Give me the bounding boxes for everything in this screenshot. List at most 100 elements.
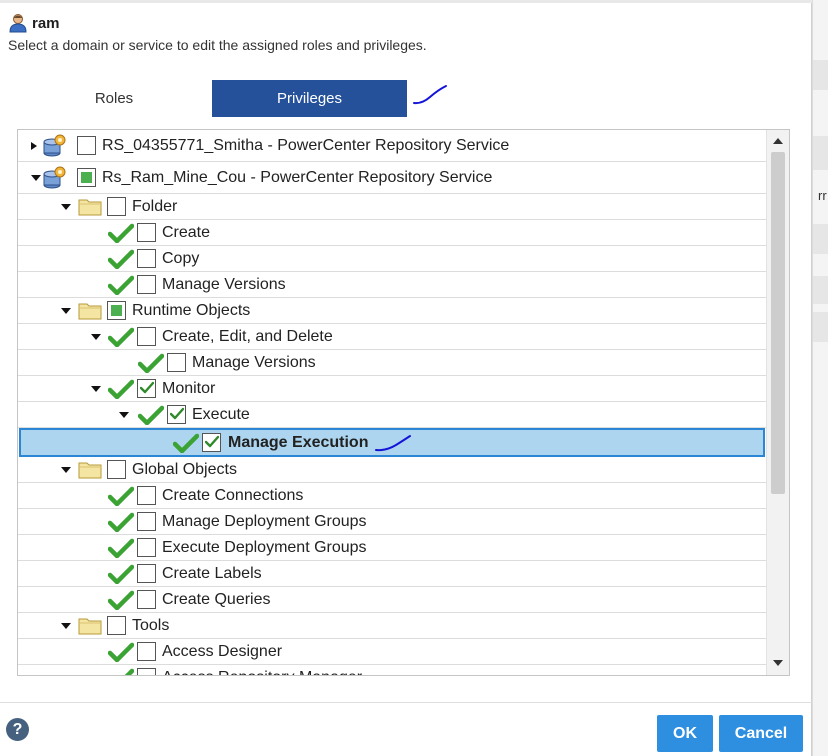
tree-row[interactable]: Copy (18, 246, 766, 272)
user-header: ram (9, 13, 60, 33)
tree-row[interactable]: Manage Versions (18, 350, 766, 376)
tree-row-label: Execute (192, 402, 250, 427)
tree-row[interactable]: Access Designer (18, 639, 766, 665)
tree-row[interactable]: Folder (18, 194, 766, 220)
privilege-checkbox[interactable] (137, 246, 156, 271)
privilege-label: Access Designer (162, 642, 283, 660)
privilege-checkbox[interactable] (202, 430, 221, 455)
privilege-checkbox[interactable] (107, 457, 126, 482)
privilege-checkbox[interactable] (137, 220, 156, 245)
help-icon[interactable]: ? (6, 718, 29, 741)
green-check-icon (138, 402, 164, 427)
expand-arrow-icon[interactable] (31, 130, 37, 161)
tree-row[interactable]: Manage Versions (18, 272, 766, 298)
privilege-label: Execute Deployment Groups (162, 538, 367, 556)
tree-row-label: Create Queries (162, 587, 271, 612)
cancel-button[interactable]: Cancel (719, 715, 803, 752)
tree-row-label: RS_04355771_Smitha - PowerCenter Reposit… (102, 130, 509, 161)
tab-privileges[interactable]: Privileges (212, 80, 407, 117)
privilege-label: Create Connections (162, 486, 304, 504)
green-check-icon (108, 639, 134, 664)
tree-row[interactable]: Tools (18, 613, 766, 639)
tree-row[interactable]: Create (18, 220, 766, 246)
privilege-label: Rs_Ram_Mine_Cou - PowerCenter Repository… (102, 168, 493, 186)
expand-collapse-arrow-icon[interactable] (61, 613, 71, 638)
tree-row-label: Global Objects (132, 457, 237, 482)
green-check-icon (108, 561, 134, 586)
tree-row[interactable]: Manage Deployment Groups (18, 509, 766, 535)
privilege-checkbox[interactable] (137, 376, 156, 401)
ok-button[interactable]: OK (657, 715, 713, 752)
privilege-checkbox[interactable] (137, 639, 156, 664)
tree-row[interactable]: Create, Edit, and Delete (18, 324, 766, 350)
privilege-checkbox[interactable] (137, 665, 156, 675)
privilege-checkbox[interactable] (137, 272, 156, 297)
tree-row[interactable]: Execute Deployment Groups (18, 535, 766, 561)
privilege-checkbox[interactable] (137, 561, 156, 586)
scrollbar-thumb[interactable] (771, 152, 785, 494)
privilege-label: Manage Versions (162, 275, 286, 293)
background-page-strip: rr (812, 0, 828, 756)
green-check-icon (173, 430, 199, 455)
green-check-icon (108, 587, 134, 612)
tree-row[interactable]: Execute (18, 402, 766, 428)
privilege-label: RS_04355771_Smitha - PowerCenter Reposit… (102, 136, 510, 154)
green-check-icon (108, 272, 134, 297)
expand-collapse-arrow-icon[interactable] (61, 298, 71, 323)
edit-privileges-dialog: ram Select a domain or service to edit t… (0, 0, 812, 756)
expand-collapse-arrow-icon[interactable] (119, 402, 129, 427)
privilege-checkbox[interactable] (137, 483, 156, 508)
scroll-up-arrow-icon[interactable] (773, 138, 783, 144)
privilege-checkbox[interactable] (167, 350, 186, 375)
tree-row[interactable]: Create Queries (18, 587, 766, 613)
green-check-icon (108, 376, 134, 401)
privileges-tree[interactable]: RS_04355771_Smitha - PowerCenter Reposit… (17, 129, 790, 676)
background-partial-text: rr (818, 188, 827, 203)
tab-roles[interactable]: Roles (16, 80, 212, 117)
tree-row[interactable]: RS_04355771_Smitha - PowerCenter Reposit… (18, 130, 766, 162)
tree-row[interactable]: Runtime Objects (18, 298, 766, 324)
tree-row-label: Execute Deployment Groups (162, 535, 367, 560)
tree-row-label: Runtime Objects (132, 298, 250, 323)
tree-row-label: Monitor (162, 376, 215, 401)
scroll-down-arrow-icon[interactable] (773, 660, 783, 666)
green-check-icon (108, 665, 134, 675)
privilege-checkbox[interactable] (137, 509, 156, 534)
privilege-label: Tools (132, 616, 170, 634)
expand-collapse-arrow-icon[interactable] (91, 376, 101, 401)
privilege-checkbox[interactable] (167, 402, 186, 427)
tree-row[interactable]: Create Labels (18, 561, 766, 587)
tree-row-label: Create (162, 220, 210, 245)
tree-row[interactable]: Create Connections (18, 483, 766, 509)
expand-collapse-arrow-icon[interactable] (61, 194, 71, 219)
privilege-label: Folder (132, 197, 178, 215)
privilege-label: Global Objects (132, 460, 237, 478)
tree-row[interactable]: Monitor (18, 376, 766, 402)
green-check-icon (108, 246, 134, 271)
green-check-icon (108, 509, 134, 534)
tree-row-selected[interactable]: Manage Execution (19, 428, 765, 457)
privilege-label: Create (162, 223, 211, 241)
folder-icon (78, 457, 102, 482)
privilege-checkbox[interactable] (137, 587, 156, 612)
privilege-checkbox[interactable] (137, 535, 156, 560)
privilege-checkbox[interactable] (107, 298, 126, 323)
tree-row-label: Manage Versions (162, 272, 286, 297)
tree-row-label: Access Repository Manager (162, 665, 362, 676)
expand-collapse-arrow-icon[interactable] (31, 162, 41, 193)
tree-scrollbar[interactable] (766, 130, 789, 675)
expand-collapse-arrow-icon[interactable] (91, 324, 101, 349)
privilege-checkbox[interactable] (107, 613, 126, 638)
privilege-checkbox[interactable] (107, 194, 126, 219)
tree-row[interactable]: Global Objects (18, 457, 766, 483)
user-icon (9, 13, 27, 33)
privilege-checkbox[interactable] (77, 130, 96, 161)
privilege-checkbox[interactable] (77, 162, 96, 193)
privilege-checkbox[interactable] (137, 324, 156, 349)
tree-row[interactable]: Access Repository Manager (18, 665, 766, 676)
tree-row[interactable]: Rs_Ram_Mine_Cou - PowerCenter Repository… (18, 162, 766, 194)
expand-collapse-arrow-icon[interactable] (61, 457, 71, 482)
tree-row-label: Create Connections (162, 483, 303, 508)
tree-row-label: Manage Execution (228, 430, 368, 455)
tree-row-label: Manage Versions (192, 350, 316, 375)
